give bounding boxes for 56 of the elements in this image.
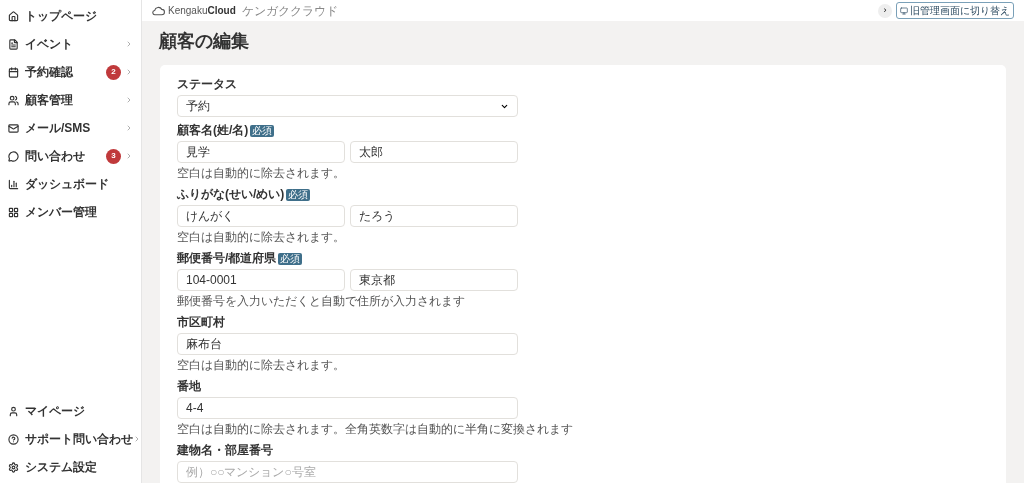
nav-icon — [8, 461, 19, 473]
field-label: 建物名・部屋番号 — [177, 443, 273, 458]
required-tag: 必須 — [278, 252, 303, 265]
nav-icon — [8, 10, 19, 22]
switch-view-button[interactable]: 旧管理画面に切り替え — [896, 2, 1014, 19]
logo-tagline: ケンガククラウド — [241, 2, 338, 20]
field-label: 番地 — [177, 379, 201, 394]
required-tag: 必須 — [286, 188, 311, 201]
count-badge: 2 — [106, 64, 121, 80]
nav-icon — [8, 405, 19, 417]
field-label: 市区町村 — [177, 315, 225, 330]
hint-text: 空白は自動的に除去されます。 — [177, 358, 346, 373]
status-select[interactable]: 予約 — [177, 95, 518, 117]
field-label: ふりがな(せい/めい) — [177, 187, 285, 202]
nav-icon — [8, 94, 19, 106]
input-field[interactable]: 見学 — [177, 141, 345, 163]
hint-text: 郵便番号を入力いただくと自動で住所が入力されます — [177, 294, 466, 309]
nav-icon — [8, 178, 19, 190]
sidebar-item[interactable]: マイページ — [0, 397, 141, 425]
input-field[interactable]: たろう — [350, 205, 518, 227]
sidebar-item[interactable]: 予約確認 2 — [0, 58, 141, 86]
cloud-logo-icon — [152, 5, 165, 16]
nav-icon — [8, 433, 19, 445]
input-field[interactable]: 東京都 — [350, 269, 518, 291]
input-field[interactable]: 例）○○マンション○号室 — [177, 461, 518, 483]
nav-icon — [8, 38, 19, 50]
nav-icon — [8, 206, 19, 218]
input-field[interactable]: 麻布台 — [177, 333, 518, 355]
field-label: 郵便番号/都道府県 — [177, 251, 277, 266]
field-label: 顧客名(姓/名) — [177, 123, 249, 138]
sidebar-item[interactable]: トップページ — [0, 2, 141, 30]
input-field[interactable]: けんがく — [177, 205, 345, 227]
input-field[interactable]: 4-4 — [177, 397, 518, 419]
sidebar-item[interactable]: システム設定 — [0, 453, 141, 481]
sidebar-item[interactable]: ダッシュボード — [0, 170, 141, 198]
nav-icon — [8, 122, 19, 134]
hint-text: 空白は自動的に除去されます。全角英数字は自動的に半角に変換されます — [177, 422, 574, 437]
sidebar-item[interactable]: 問い合わせ 3 — [0, 142, 141, 170]
input-field[interactable]: 104-0001 — [177, 269, 345, 291]
nav-icon — [8, 150, 19, 162]
hint-text: 空白は自動的に除去されます。 — [177, 230, 346, 245]
sidebar-item[interactable]: サポート問い合わせ — [0, 425, 141, 453]
collapse-button[interactable]: › — [878, 3, 892, 18]
page-title: 顧客の編集 — [159, 30, 250, 53]
sidebar-item[interactable]: メンバー管理 — [0, 198, 141, 226]
input-field[interactable]: 太郎 — [350, 141, 518, 163]
count-badge: 3 — [106, 148, 121, 164]
sidebar-item[interactable]: メール/SMS — [0, 114, 141, 142]
sidebar-item[interactable]: 顧客管理 — [0, 86, 141, 114]
sidebar-item[interactable]: イベント — [0, 30, 141, 58]
monitor-icon — [900, 6, 908, 15]
hint-text: 空白は自動的に除去されます。 — [177, 166, 346, 181]
field-label: ステータス — [177, 77, 237, 92]
logo-text: KengakuCloud — [168, 4, 236, 18]
required-tag: 必須 — [250, 124, 275, 137]
nav-icon — [8, 66, 19, 78]
